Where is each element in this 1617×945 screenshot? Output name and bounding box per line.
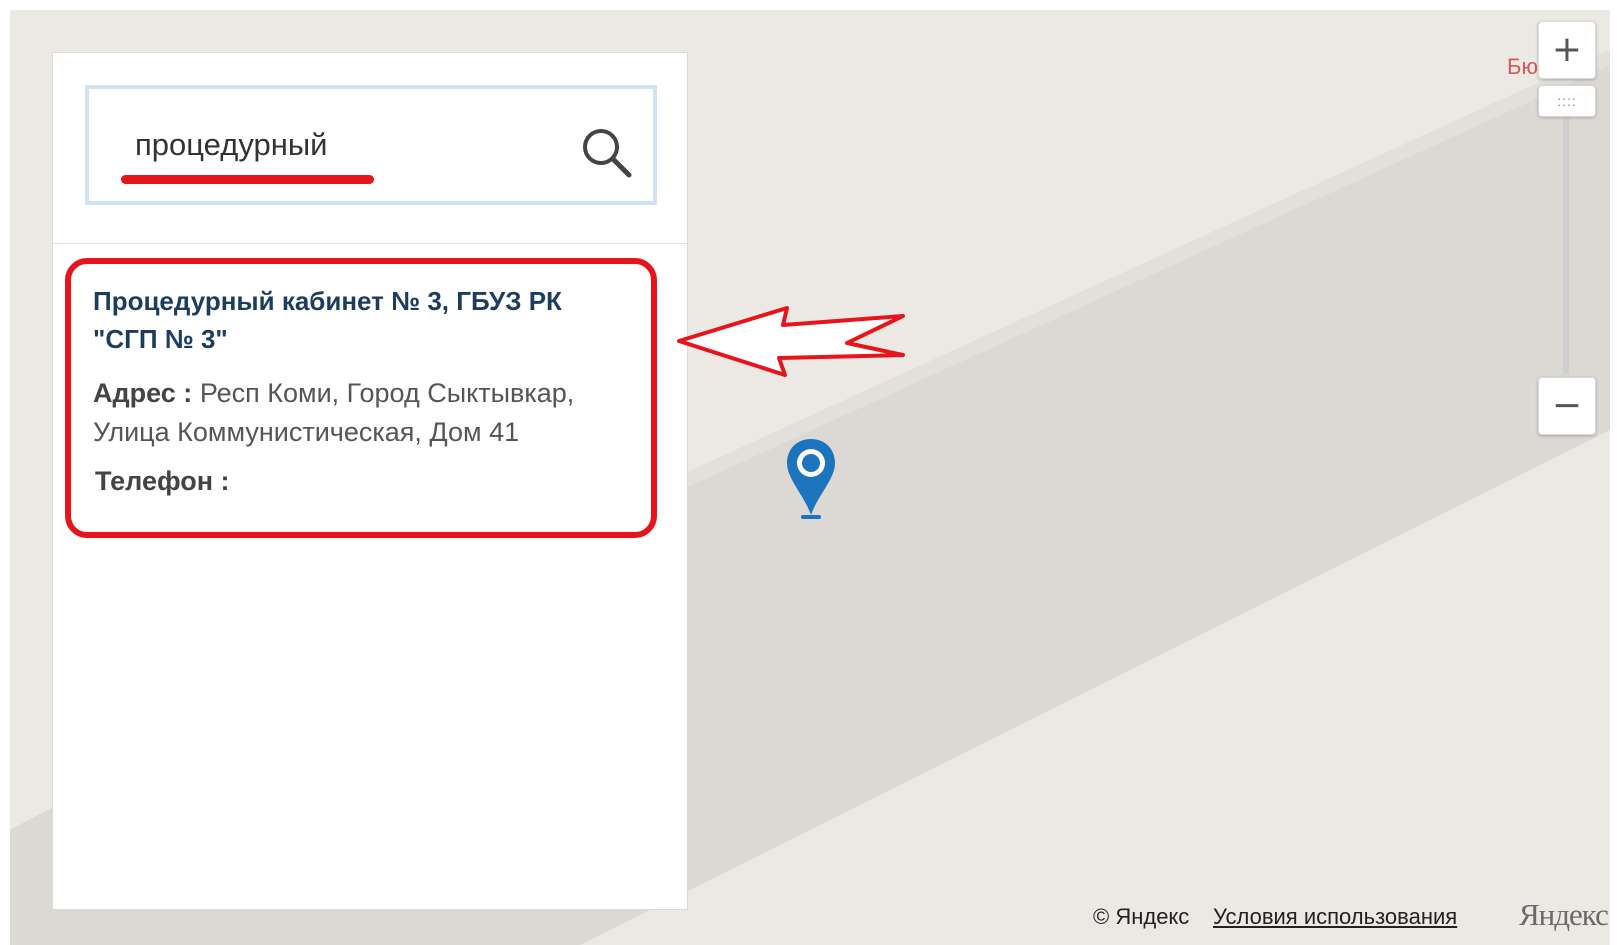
search-box [85, 85, 657, 205]
yandex-logo[interactable]: Яндекс [1519, 897, 1609, 933]
minus-icon: − [1551, 385, 1583, 426]
phone-label: Телефон : [95, 466, 230, 496]
search-result-item[interactable]: Процедурный кабинет № 3, ГБУЗ РК "СГП № … [65, 258, 661, 558]
address-label: Адрес : [93, 378, 193, 408]
grip-icon: :::: [1557, 93, 1577, 109]
map-pin-icon[interactable] [784, 437, 838, 523]
result-address: Адрес : Респ Коми, Город Сыктывкар, Улиц… [93, 374, 633, 452]
zoom-slider-handle[interactable]: :::: [1538, 85, 1596, 117]
search-underline-highlight [121, 175, 374, 184]
result-phone: Телефон : [95, 462, 230, 500]
plus-icon: + [1551, 29, 1583, 70]
panel-divider [53, 243, 687, 244]
zoom-slider-track[interactable] [1563, 95, 1569, 375]
map-copyright: © Яндекс [1093, 904, 1190, 929]
zoom-out-button[interactable]: − [1538, 377, 1596, 435]
zoom-in-button[interactable]: + [1538, 21, 1596, 79]
terms-of-use-link[interactable]: Условия использования [1213, 904, 1457, 930]
search-panel: Процедурный кабинет № 3, ГБУЗ РК "СГП № … [52, 52, 688, 910]
search-icon[interactable] [579, 125, 633, 179]
result-title[interactable]: Процедурный кабинет № 3, ГБУЗ РК "СГП № … [93, 282, 633, 358]
zoom-control: + :::: − [1534, 15, 1596, 435]
